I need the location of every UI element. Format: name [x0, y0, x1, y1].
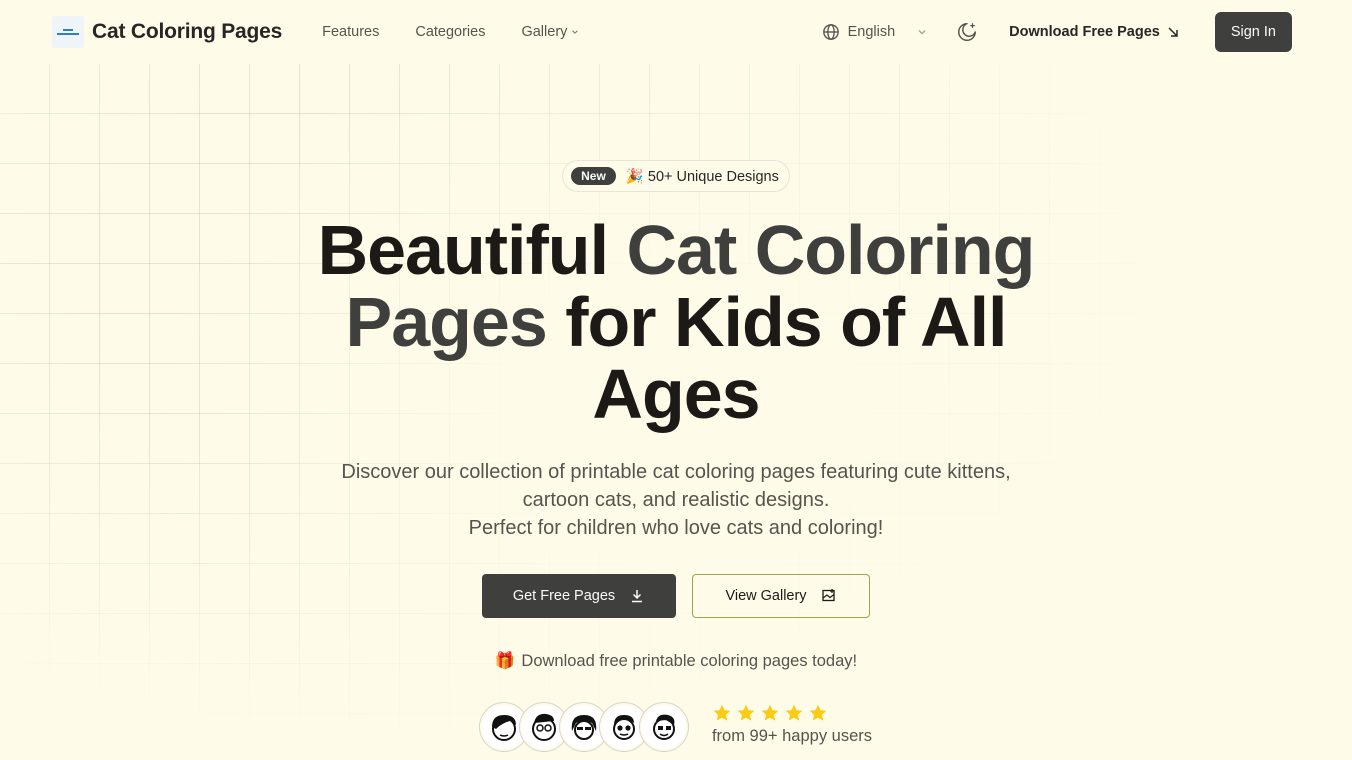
hero-section: New 🎉 50+ Unique Designs Beautiful Cat C…	[0, 160, 1352, 751]
badge-text: 🎉 50+ Unique Designs	[625, 168, 779, 185]
sign-in-button[interactable]: Sign In	[1214, 12, 1292, 52]
star-icon	[809, 704, 827, 721]
language-selector[interactable]: English	[822, 23, 928, 41]
promo-line: 🎁 Download free printable coloring pages…	[0, 652, 1352, 671]
nav-item-gallery[interactable]: Gallery	[521, 24, 579, 40]
subtitle-line: Discover our collection of printable cat…	[341, 461, 1011, 483]
brand-name: Cat Coloring Pages	[92, 20, 283, 43]
moon-icon	[958, 23, 977, 41]
view-gallery-button[interactable]: View Gallery	[692, 574, 870, 618]
promo-text: Download free printable coloring pages t…	[521, 652, 858, 670]
headline-part1: Beautiful	[317, 211, 627, 289]
star-rating	[712, 703, 872, 723]
nav-item-features[interactable]: Features	[322, 24, 379, 40]
theme-toggle-button[interactable]	[955, 20, 979, 44]
badge-tag: New	[571, 167, 616, 185]
social-proof: from 99+ happy users	[0, 703, 1352, 751]
user-avatars	[479, 703, 688, 751]
site-header: Cat Coloring Pages Features Categories G…	[0, 0, 1352, 64]
gift-icon: 🎁	[494, 652, 516, 670]
hero-headline: Beautiful Cat Coloring Pages for Kids of…	[316, 214, 1036, 430]
gallery-icon	[821, 589, 835, 602]
get-free-pages-label: Get Free Pages	[512, 588, 616, 604]
main-nav: Features Categories Gallery	[322, 24, 579, 40]
subtitle-line: Perfect for children who love cats and c…	[468, 517, 884, 539]
hero-buttons: Get Free Pages View Gallery	[0, 574, 1352, 618]
rating-text: from 99+ happy users	[711, 727, 873, 745]
subtitle-line: cartoon cats, and realistic designs.	[522, 489, 830, 511]
nav-item-categories[interactable]: Categories	[415, 24, 485, 40]
star-icon	[737, 704, 755, 721]
announcement-badge[interactable]: New 🎉 50+ Unique Designs	[562, 160, 790, 192]
view-gallery-label: View Gallery	[725, 588, 807, 604]
headline-part2: for Kids of All Ages	[546, 283, 1007, 433]
brand-logo-icon	[52, 16, 84, 48]
globe-icon	[822, 24, 839, 40]
download-link-label: Download Free Pages	[1009, 24, 1160, 40]
download-free-pages-link[interactable]: Download Free Pages	[1009, 24, 1179, 40]
chevron-down-icon	[918, 30, 926, 35]
star-icon	[785, 704, 803, 721]
nav-item-gallery-label: Gallery	[521, 24, 568, 40]
language-label: English	[847, 24, 896, 40]
avatar	[639, 703, 688, 751]
star-icon	[713, 704, 731, 721]
brand[interactable]: Cat Coloring Pages	[52, 16, 282, 48]
header-actions: English Download Free Pages Sign In	[822, 12, 1292, 52]
rating-block: from 99+ happy users	[712, 703, 872, 746]
get-free-pages-button[interactable]: Get Free Pages	[482, 574, 676, 618]
download-icon	[632, 590, 643, 603]
hero-subtitle: Discover our collection of printable cat…	[0, 458, 1352, 542]
chevron-down-icon	[572, 30, 579, 34]
arrow-down-right-icon	[1168, 27, 1178, 37]
star-icon	[761, 704, 779, 721]
